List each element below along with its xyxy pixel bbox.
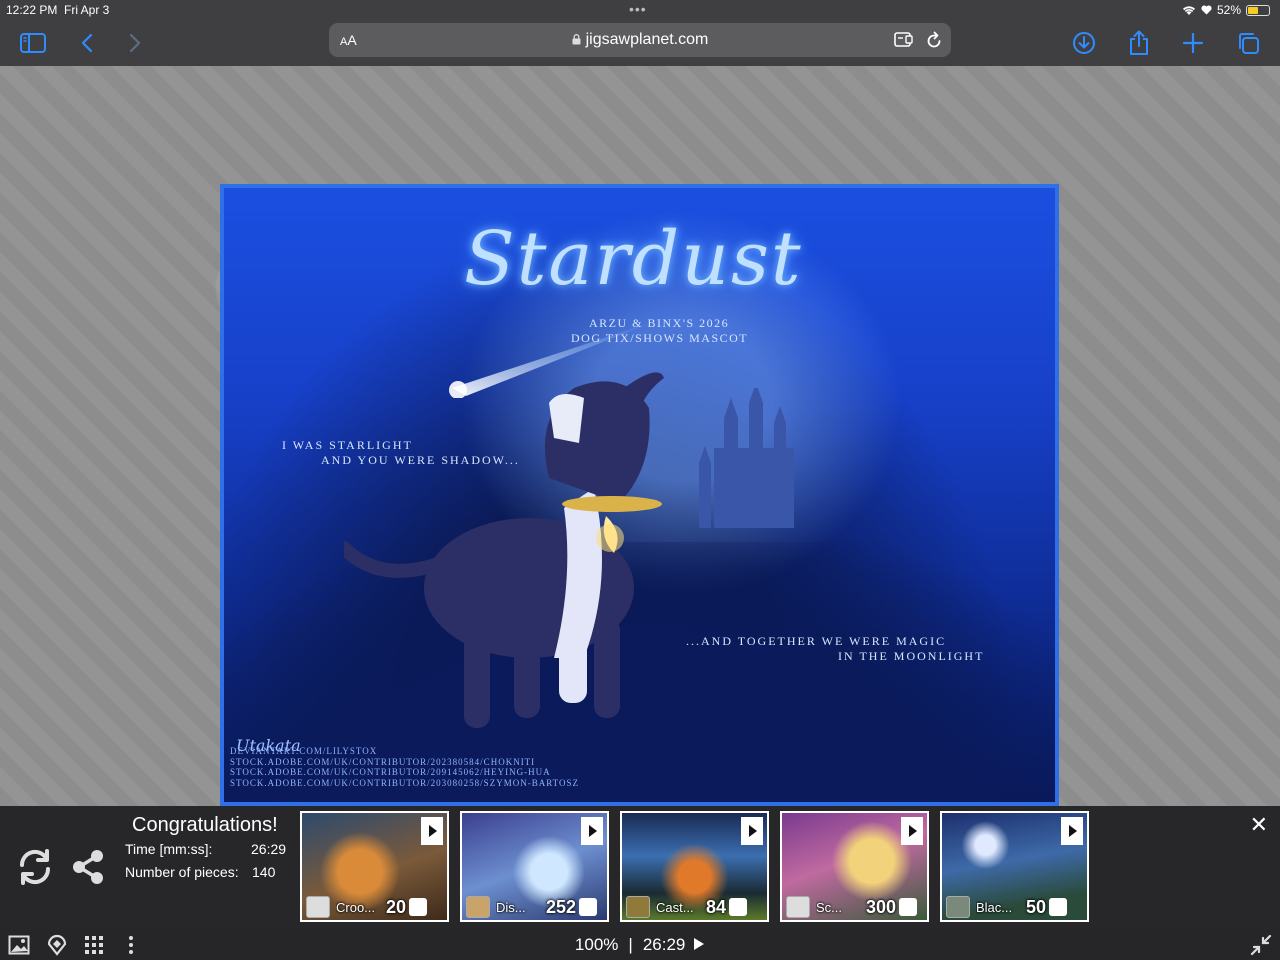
status-date: Fri Apr 3 [64, 3, 110, 17]
battery-icon [1246, 4, 1270, 16]
thumb-piece-count: 20 [386, 896, 407, 917]
back-icon[interactable] [72, 28, 102, 58]
suggested-puzzle-3[interactable]: Cast... 84 [620, 811, 769, 922]
avatar [946, 896, 970, 918]
thumb-meta: Sc... 300 [782, 894, 927, 920]
address-bar[interactable]: AA jigsawplanet.com [329, 23, 951, 57]
time-label: Time [mm:ss]: [125, 841, 213, 857]
quote-line-4: in the moonlight [838, 649, 985, 663]
thumb-piece-count: 50 [1026, 896, 1047, 917]
share-icon[interactable] [70, 848, 106, 886]
zoom-level: 100% [574, 935, 619, 954]
battery-fill [1248, 6, 1259, 14]
status-time: 12:22 PM [6, 3, 58, 17]
castle-graphic [699, 388, 794, 528]
suggested-puzzle-1[interactable]: Croo... 20 [300, 811, 449, 922]
quote-line-1: I was starlight [282, 438, 413, 452]
credit-line: stock.adobe.com/uk/contributor/202380584… [230, 756, 536, 767]
multitasking-dots-icon[interactable]: ••• [629, 1, 647, 17]
pieces-label: Number of pieces: [125, 864, 239, 880]
share-browser-icon[interactable] [1124, 28, 1154, 58]
exit-fullscreen-icon[interactable] [1250, 934, 1272, 956]
puzzle-subtitle-2: Dog Tix/Shows Mascot [571, 331, 749, 345]
separator: | [628, 935, 633, 954]
elapsed-timer: 26:29 [642, 935, 686, 954]
congratulations-title: Congratulations! [132, 814, 278, 836]
avatar [626, 896, 650, 918]
suggested-puzzle-2[interactable]: Dis... 252 [460, 811, 609, 922]
play-icon[interactable] [1061, 817, 1083, 845]
puzzle-piece-icon [579, 898, 598, 916]
thumb-name: Sc... [816, 899, 843, 915]
thumb-piece-count: 84 [706, 896, 727, 917]
play-timer-icon[interactable] [693, 937, 705, 951]
avatar [466, 896, 490, 918]
downloads-icon[interactable] [1069, 28, 1099, 58]
sidebar-toggle-icon[interactable] [18, 28, 48, 58]
suggested-puzzle-5[interactable]: Blac... 50 [940, 811, 1089, 922]
thumb-name: Blac... [976, 899, 1013, 915]
extension-icon[interactable] [893, 30, 915, 50]
play-icon[interactable] [901, 817, 923, 845]
credit-line: deviantart.com/lilystox [230, 746, 378, 756]
reload-icon[interactable] [925, 30, 943, 50]
suggested-puzzle-4[interactable]: Sc... 300 [780, 811, 929, 922]
forward-icon[interactable] [120, 28, 150, 58]
thumb-name: Croo... [336, 899, 376, 915]
avatar [306, 896, 330, 918]
lock-icon [572, 34, 581, 45]
tabs-overview-icon[interactable] [1233, 28, 1263, 58]
thumb-name: Dis... [496, 899, 526, 915]
puzzle-subtitle-1: Arzu & Binx's 2026 [589, 316, 730, 330]
pieces-value: 140 [252, 864, 276, 880]
completed-puzzle-image[interactable]: Stardust Arzu & Binx's 2026 Dog Tix/Show… [220, 184, 1059, 806]
status-bar: 12:22 PM Fri Apr 3 ••• 52% [0, 0, 1280, 20]
browser-toolbar: AA jigsawplanet.com [0, 20, 1280, 66]
quote-line-2: and you were shadow... [321, 453, 520, 467]
quote-line-3: ...and together we were magic [686, 634, 947, 648]
puzzle-piece-icon [729, 898, 748, 916]
thumb-meta: Blac... 50 [942, 894, 1087, 920]
time-value: 26:29 [251, 841, 287, 857]
puzzle-piece-icon [899, 898, 918, 916]
close-icon[interactable]: ✕ [1250, 812, 1268, 838]
status-right: 52% [1182, 3, 1270, 17]
credit-line: stock.adobe.com/uk/contributor/203080258… [230, 777, 579, 788]
puzzle-board[interactable]: Stardust Arzu & Binx's 2026 Dog Tix/Show… [0, 66, 1280, 806]
thumb-meta: Dis... 252 [462, 894, 607, 920]
puzzle-bottom-bar: 100% | 26:29 [0, 930, 1280, 960]
thumb-meta: Cast... 84 [622, 894, 767, 920]
thumb-name: Cast... [656, 899, 694, 915]
replay-icon[interactable] [16, 848, 54, 886]
puzzle-title-script: Stardust [464, 216, 803, 302]
dog-graphic [344, 372, 664, 728]
thumb-piece-count: 300 [866, 896, 897, 917]
thumb-meta: Croo... 20 [302, 894, 447, 920]
play-icon[interactable] [421, 817, 443, 845]
congratulations-panel: Congratulations! Time [mm:ss]: 26:29 Num… [0, 806, 1280, 930]
play-icon[interactable] [581, 817, 603, 845]
avatar [786, 896, 810, 918]
heart-icon [1201, 5, 1212, 15]
wifi-icon [1182, 5, 1195, 15]
url-text[interactable]: jigsawplanet.com [329, 31, 951, 49]
thumb-piece-count: 252 [546, 896, 577, 917]
play-icon[interactable] [741, 817, 763, 845]
new-tab-icon[interactable] [1178, 28, 1208, 58]
battery-percent: 52% [1216, 3, 1241, 17]
zoom-timer-readout: 100% | 26:29 [0, 935, 1280, 955]
credit-line: stock.adobe.com/uk/contributor/209145062… [230, 767, 551, 777]
puzzle-piece-icon [409, 898, 428, 916]
image-credits: deviantart.com/lilystox stock.adobe.com/… [230, 746, 579, 788]
puzzle-piece-icon [1049, 898, 1068, 916]
